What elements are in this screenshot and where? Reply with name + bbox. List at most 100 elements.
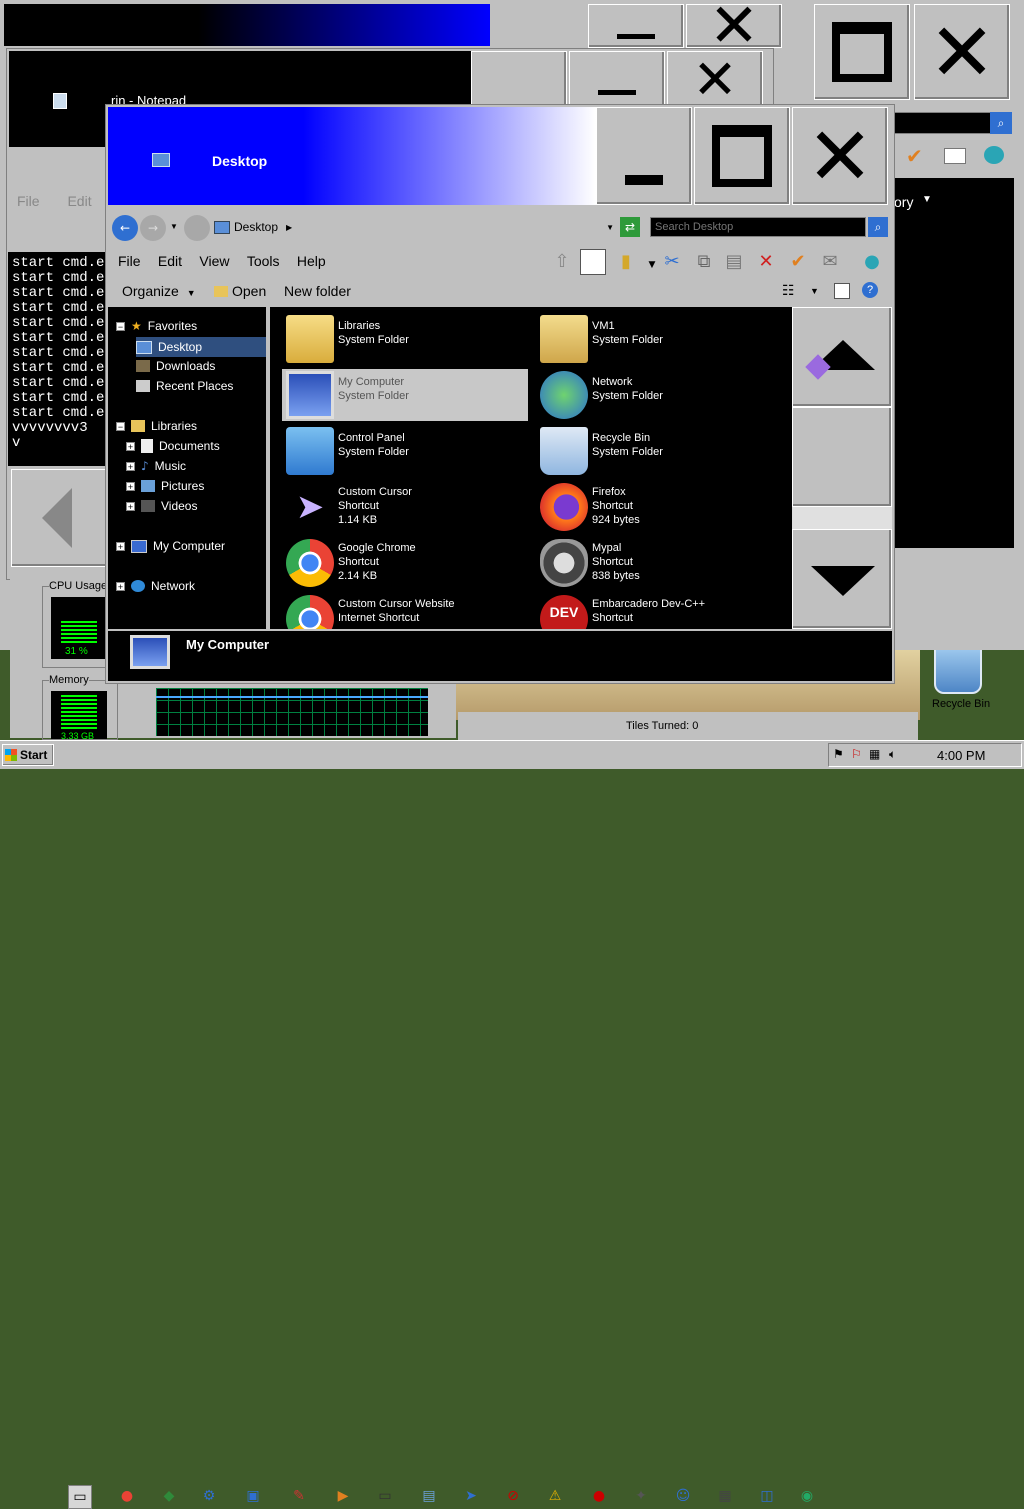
- panes-icon[interactable]: [580, 249, 606, 275]
- refresh-button[interactable]: ⇄: [620, 217, 640, 237]
- pin-taskbar-icon[interactable]: ✎: [288, 1485, 310, 1507]
- file-item[interactable]: Firefox Shortcut 924 bytes: [536, 481, 782, 533]
- back-toolbar-label[interactable]: ory: [894, 194, 913, 210]
- menu-edit[interactable]: Edit: [158, 253, 182, 269]
- monitor-taskbar-icon[interactable]: ▭: [374, 1485, 396, 1507]
- explorer-taskbar-icon[interactable]: ▭: [68, 1485, 92, 1509]
- network-taskbar-icon[interactable]: ◉: [796, 1485, 818, 1507]
- file-item-selected[interactable]: My Computer System Folder: [282, 369, 528, 421]
- notepad-close-button[interactable]: ✕: [667, 48, 763, 111]
- window-taskbar-icon[interactable]: ▣: [242, 1485, 264, 1507]
- menu-file[interactable]: File: [118, 253, 141, 269]
- file-item[interactable]: Network System Folder: [536, 369, 782, 421]
- notepad-menu-file[interactable]: File: [17, 193, 40, 209]
- open-button[interactable]: Open: [214, 283, 266, 299]
- scroll-down-button[interactable]: [792, 529, 892, 629]
- nav-recent-places[interactable]: Recent Places: [136, 379, 233, 393]
- game-taskbar-icon[interactable]: ●: [588, 1485, 610, 1507]
- expand-icon[interactable]: +: [126, 441, 135, 451]
- new-folder-button[interactable]: New folder: [284, 283, 351, 299]
- nav-libraries[interactable]: − Libraries: [116, 419, 197, 433]
- back-search-box[interactable]: [894, 112, 992, 134]
- menu-help[interactable]: Help: [297, 253, 326, 269]
- file-item[interactable]: DEV Embarcadero Dev-C++ Shortcut: [536, 593, 782, 629]
- views-icon[interactable]: ☷: [782, 283, 795, 299]
- devices-taskbar-icon[interactable]: ◫: [756, 1485, 778, 1507]
- collapse-icon[interactable]: −: [116, 321, 125, 331]
- delete-icon[interactable]: ✕: [754, 249, 778, 273]
- back-toolbar-dropdown-icon[interactable]: ▼: [922, 194, 932, 205]
- address-chevron-icon[interactable]: ▶: [286, 223, 292, 232]
- notepad-extra-button[interactable]: [471, 51, 567, 107]
- nav-desktop[interactable]: Desktop: [136, 337, 266, 357]
- notepad-taskbar-icon[interactable]: ▤: [418, 1485, 440, 1507]
- no-entry-taskbar-icon[interactable]: ⊘: [502, 1485, 524, 1507]
- forward-nav-button[interactable]: →: [140, 215, 166, 241]
- nav-music[interactable]: + ♪ Music: [126, 459, 186, 473]
- preview-pane-icon[interactable]: [834, 283, 850, 299]
- back-close-button-a[interactable]: ✕: [686, 0, 782, 61]
- expand-icon[interactable]: +: [126, 461, 135, 471]
- back-window-titlebar[interactable]: [4, 4, 490, 46]
- folder-options-icon[interactable]: ▮: [614, 249, 638, 273]
- paint-taskbar-icon[interactable]: ◆: [158, 1485, 180, 1507]
- file-item[interactable]: Control Panel System Folder: [282, 425, 528, 477]
- cut-icon[interactable]: ✂: [660, 249, 684, 273]
- media-taskbar-icon[interactable]: ▶: [332, 1485, 354, 1507]
- file-item[interactable]: Custom Cursor Website Internet Shortcut: [282, 593, 528, 629]
- expand-icon[interactable]: +: [126, 481, 135, 491]
- address-dropdown-icon[interactable]: ▼: [606, 223, 614, 232]
- file-item[interactable]: Libraries System Folder: [282, 313, 528, 365]
- search-button[interactable]: ⌕: [868, 217, 888, 237]
- people-taskbar-icon[interactable]: ☺: [672, 1485, 694, 1507]
- nav-favorites[interactable]: − ★ Favorites: [116, 319, 197, 333]
- nav-pictures[interactable]: + Pictures: [126, 479, 204, 493]
- network-tray-icon[interactable]: ▦: [869, 747, 880, 761]
- volume-tray-icon[interactable]: 🔈︎: [889, 747, 896, 762]
- clock[interactable]: 4:00 PM: [937, 748, 985, 763]
- views-dropdown-icon[interactable]: ▼: [810, 286, 819, 296]
- back-search-icon[interactable]: ⌕: [990, 112, 1012, 134]
- search-input[interactable]: [650, 217, 866, 237]
- notepad-minimize-button[interactable]: [569, 51, 665, 107]
- organize-button[interactable]: Organize ▼: [122, 283, 196, 299]
- nav-network[interactable]: + Network: [116, 579, 195, 593]
- nav-my-computer[interactable]: + My Computer: [116, 539, 225, 553]
- copy-icon[interactable]: ⧉: [692, 249, 716, 273]
- chrome-taskbar-icon[interactable]: ●: [116, 1485, 138, 1507]
- nav-documents[interactable]: + Documents: [126, 439, 220, 453]
- collapse-icon[interactable]: −: [116, 421, 125, 431]
- vertical-scrollbar[interactable]: [792, 307, 892, 629]
- scroll-thumb[interactable]: [792, 407, 892, 507]
- expand-icon[interactable]: +: [116, 541, 125, 551]
- up-folder-icon[interactable]: ⇧: [550, 249, 574, 273]
- notepad-scroll-left[interactable]: [11, 469, 109, 567]
- file-item[interactable]: Recycle Bin System Folder: [536, 425, 782, 477]
- arrow-taskbar-icon[interactable]: ➤: [460, 1485, 482, 1507]
- back-minimize-button[interactable]: [588, 4, 684, 48]
- address-bar[interactable]: Desktop ▶ ▼: [212, 217, 618, 237]
- help-globe-icon[interactable]: ●: [860, 249, 884, 273]
- explorer-minimize-button[interactable]: [596, 107, 692, 205]
- flag-tray-icon[interactable]: ⚑: [833, 747, 844, 761]
- nav-downloads[interactable]: Downloads: [136, 359, 215, 373]
- action-center-tray-icon[interactable]: ⚐: [851, 747, 862, 761]
- recycle-bin-desktop-icon[interactable]: Recycle Bin: [924, 640, 1024, 720]
- menu-view[interactable]: View: [199, 253, 229, 269]
- calculator-taskbar-icon[interactable]: ▦: [714, 1485, 736, 1507]
- explorer-titlebar[interactable]: Desktop: [108, 107, 596, 205]
- start-button[interactable]: Start: [2, 744, 54, 766]
- back-help-icon[interactable]: [984, 146, 1004, 164]
- help-icon[interactable]: ?: [862, 282, 878, 298]
- file-item[interactable]: Mypal Shortcut 838 bytes: [536, 537, 782, 589]
- back-mail-icon[interactable]: [944, 148, 966, 164]
- expand-icon[interactable]: +: [126, 501, 135, 511]
- menu-tools[interactable]: Tools: [247, 253, 280, 269]
- file-item[interactable]: ➤ Custom Cursor Shortcut 1.14 KB: [282, 481, 528, 533]
- back-toolbar-check-icon[interactable]: ✔: [906, 144, 923, 168]
- scroll-up-button[interactable]: [792, 307, 892, 407]
- back-maximize-button[interactable]: [814, 4, 910, 100]
- nav-videos[interactable]: + Videos: [126, 499, 197, 513]
- back-nav-button[interactable]: ←: [112, 215, 138, 241]
- warning-taskbar-icon[interactable]: ⚠: [544, 1485, 566, 1507]
